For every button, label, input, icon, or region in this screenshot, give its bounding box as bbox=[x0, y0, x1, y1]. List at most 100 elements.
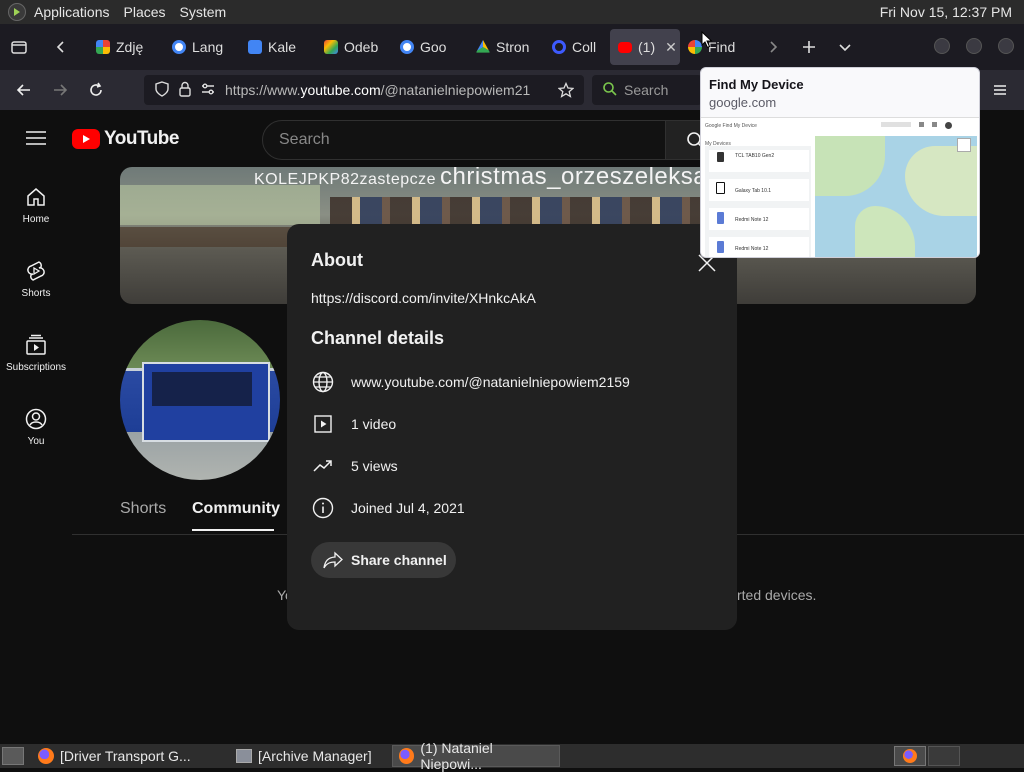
guide-menu-icon[interactable] bbox=[26, 130, 46, 151]
system-logo-icon[interactable] bbox=[8, 3, 26, 21]
browser-tab-strip: Zdję Lang Kale Odeb Goo Stron Coll (1) ✕ … bbox=[0, 24, 1024, 70]
preview-domain: google.com bbox=[709, 95, 777, 110]
taskbar-item-archive-manager[interactable]: [Archive Manager] bbox=[230, 745, 390, 767]
tab-google-lang[interactable]: Lang bbox=[164, 29, 240, 65]
tab-hover-preview: Find My Device google.com Google Find My… bbox=[700, 67, 980, 258]
browser-search-box[interactable]: Search bbox=[592, 75, 702, 105]
video-icon bbox=[314, 415, 332, 433]
tab-youtube[interactable]: (1) ✕ bbox=[610, 29, 680, 65]
find-my-device-icon bbox=[688, 40, 702, 54]
tab-find-my-device[interactable]: Find bbox=[680, 29, 754, 65]
home-icon bbox=[27, 188, 45, 206]
workspace-switcher[interactable] bbox=[894, 746, 926, 766]
google-icon bbox=[400, 40, 414, 54]
detail-views: 5 views bbox=[311, 454, 398, 478]
new-tab-button[interactable] bbox=[794, 32, 824, 62]
channel-avatar[interactable] bbox=[120, 320, 280, 480]
places-menu[interactable]: Places bbox=[124, 4, 166, 20]
system-taskbar: [Driver Transport G... [Archive Manager]… bbox=[0, 740, 1024, 772]
preview-map bbox=[815, 136, 977, 257]
banner-text-right: christmas_orzeszeleksar bbox=[440, 167, 716, 190]
tracking-shield-icon[interactable] bbox=[154, 80, 170, 100]
lock-icon[interactable] bbox=[178, 81, 192, 100]
sidebar-item-shorts[interactable]: Shorts bbox=[0, 260, 72, 299]
discord-link[interactable]: https://discord.com/invite/XHnkcAkA bbox=[311, 290, 536, 306]
detail-videos: 1 video bbox=[311, 412, 396, 436]
preview-device-item: Redmi Note 12 bbox=[709, 208, 809, 230]
detail-channel-url: www.youtube.com/@natanielniepowiem2159 bbox=[311, 370, 630, 394]
youtube-logo[interactable]: YouTube bbox=[72, 128, 179, 150]
sidebar-item-home[interactable]: Home bbox=[0, 186, 72, 225]
share-icon bbox=[323, 551, 343, 569]
close-window-icon[interactable] bbox=[998, 38, 1014, 54]
globe-icon bbox=[312, 371, 334, 393]
system-top-bar: Applications Places System Fri Nov 15, 1… bbox=[0, 0, 1024, 24]
photos-icon bbox=[96, 40, 110, 54]
firefox-icon bbox=[38, 748, 54, 764]
device-tablet-icon bbox=[716, 182, 725, 194]
background-text-right: rted devices. bbox=[737, 587, 817, 603]
clock[interactable]: Fri Nov 15, 12:37 PM bbox=[880, 4, 1012, 20]
sidebar-item-you[interactable]: You bbox=[0, 408, 72, 447]
list-all-tabs-icon[interactable] bbox=[830, 32, 860, 62]
tab-overview-icon[interactable] bbox=[4, 32, 34, 62]
maximize-window-icon[interactable] bbox=[966, 38, 982, 54]
bookmark-star-icon[interactable] bbox=[557, 81, 575, 101]
device-phone-icon bbox=[717, 212, 724, 224]
avatar-bus-window bbox=[152, 372, 252, 406]
firefox-icon bbox=[399, 748, 415, 764]
archive-icon bbox=[236, 749, 252, 763]
sidebar-item-subscriptions[interactable]: Subscriptions bbox=[0, 334, 72, 373]
tab-community[interactable]: Community bbox=[192, 500, 280, 518]
preview-device-list: TCL TAB10 Gen2 Galaxy Tab 10.1 Redmi Not… bbox=[705, 146, 811, 257]
applications-menu[interactable]: Applications bbox=[34, 4, 110, 20]
youtube-icon bbox=[618, 41, 632, 53]
trending-icon bbox=[313, 460, 332, 472]
close-tab-icon[interactable]: ✕ bbox=[665, 39, 677, 56]
device-phone-icon bbox=[717, 241, 724, 253]
google-icon bbox=[172, 40, 186, 54]
tab-photos[interactable]: Zdję bbox=[88, 29, 164, 65]
tab-scroll-left-icon[interactable] bbox=[46, 32, 76, 62]
you-icon bbox=[25, 408, 47, 430]
subscriptions-icon bbox=[26, 334, 46, 355]
info-icon bbox=[312, 497, 334, 519]
detail-joined: Joined Jul 4, 2021 bbox=[311, 496, 465, 520]
taskbar-item-youtube[interactable]: (1) Nataniel Niepowi... bbox=[392, 740, 560, 772]
share-channel-button[interactable]: Share channel bbox=[311, 542, 456, 578]
workspace-switcher-2[interactable] bbox=[928, 746, 960, 766]
active-tab-underline bbox=[192, 529, 274, 531]
forward-button[interactable] bbox=[45, 75, 75, 105]
tab-gmail[interactable]: Odeb bbox=[316, 29, 392, 65]
mouse-cursor-icon bbox=[701, 30, 713, 54]
about-title: About bbox=[311, 250, 363, 270]
tab-drive[interactable]: Stron bbox=[468, 29, 544, 65]
drive-icon bbox=[476, 40, 490, 53]
taskbar-item-driver-transport[interactable]: [Driver Transport G... bbox=[32, 745, 222, 767]
tab-shorts[interactable]: Shorts bbox=[120, 500, 166, 518]
calendar-icon bbox=[248, 40, 262, 54]
youtube-logo-icon bbox=[72, 129, 100, 149]
shorts-icon bbox=[27, 261, 45, 281]
colab-icon bbox=[552, 40, 566, 54]
system-menu[interactable]: System bbox=[180, 4, 227, 20]
url-text: https://www.youtube.com/@natanielniepowi… bbox=[225, 82, 531, 98]
address-bar[interactable]: https://www.youtube.com/@natanielniepowi… bbox=[144, 75, 584, 105]
firefox-icon bbox=[903, 749, 917, 763]
tab-calendar[interactable]: Kale bbox=[240, 29, 316, 65]
tab-scroll-right-icon[interactable] bbox=[758, 32, 788, 62]
back-button[interactable] bbox=[9, 75, 39, 105]
tab-colab[interactable]: Coll bbox=[544, 29, 610, 65]
preview-title: Find My Device bbox=[709, 77, 804, 92]
show-desktop-icon[interactable] bbox=[2, 747, 24, 765]
channel-details-title: Channel details bbox=[311, 328, 445, 348]
minimize-window-icon[interactable] bbox=[934, 38, 950, 54]
about-dialog: About https://discord.com/invite/XHnkcAk… bbox=[287, 224, 737, 630]
tab-google[interactable]: Goo bbox=[392, 29, 468, 65]
app-menu-icon[interactable] bbox=[985, 75, 1015, 105]
device-phone-icon bbox=[717, 152, 724, 162]
gmail-icon bbox=[324, 40, 338, 54]
youtube-search-input[interactable]: Search bbox=[262, 120, 666, 160]
reload-button[interactable] bbox=[81, 75, 111, 105]
permissions-icon[interactable] bbox=[200, 81, 216, 100]
